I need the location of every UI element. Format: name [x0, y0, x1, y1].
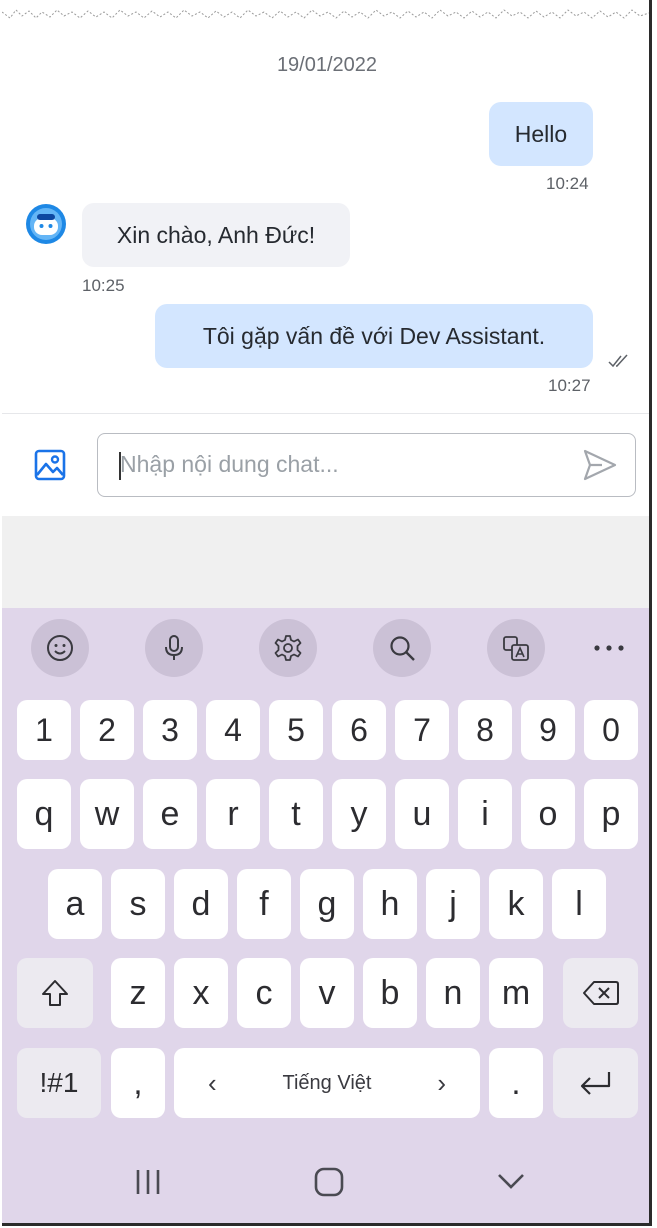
system-navigation-bar: [122, 1164, 532, 1216]
date-separator: 19/01/2022: [276, 54, 378, 76]
key-6[interactable]: 6: [332, 700, 386, 760]
message-composer: [2, 414, 649, 516]
keyboard-spacer: [2, 516, 649, 608]
symbols-key[interactable]: !#1: [17, 1048, 101, 1118]
search-icon[interactable]: [373, 619, 431, 677]
key-7[interactable]: 7: [395, 700, 449, 760]
shift-key[interactable]: [17, 958, 93, 1028]
key-m[interactable]: m: [489, 958, 543, 1028]
key-j[interactable]: j: [426, 869, 480, 939]
key-z[interactable]: z: [111, 958, 165, 1028]
on-screen-keyboard: 1 2 3 4 5 6 7 8 9 0 q w e r t y u i o p …: [2, 608, 649, 1223]
key-a[interactable]: a: [48, 869, 102, 939]
key-9[interactable]: 9: [521, 700, 575, 760]
key-s[interactable]: s: [111, 869, 165, 939]
image-icon[interactable]: [32, 447, 68, 483]
key-p[interactable]: p: [584, 779, 638, 849]
chat-thread[interactable]: 19/01/2022 Hello 10:24 Xin chào, Anh Đức…: [2, 0, 649, 414]
comma-key[interactable]: ,: [111, 1048, 165, 1118]
key-x[interactable]: x: [174, 958, 228, 1028]
key-3[interactable]: 3: [143, 700, 197, 760]
key-0[interactable]: 0: [584, 700, 638, 760]
key-5[interactable]: 5: [269, 700, 323, 760]
key-r[interactable]: r: [206, 779, 260, 849]
key-y[interactable]: y: [332, 779, 386, 849]
chevron-left-icon: ‹: [208, 1067, 217, 1098]
backspace-icon: [582, 981, 619, 1005]
message-time: 10:24: [546, 174, 589, 193]
key-u[interactable]: u: [395, 779, 449, 849]
key-n[interactable]: n: [426, 958, 480, 1028]
backspace-key[interactable]: [563, 958, 638, 1028]
app-window: 19/01/2022 Hello 10:24 Xin chào, Anh Đức…: [2, 0, 652, 1226]
period-key[interactable]: .: [489, 1048, 543, 1118]
chevron-right-icon: ›: [437, 1067, 446, 1098]
key-k[interactable]: k: [489, 869, 543, 939]
space-label: Tiếng Việt: [282, 1071, 372, 1094]
key-q[interactable]: q: [17, 779, 71, 849]
emoji-icon[interactable]: [31, 619, 89, 677]
back-icon[interactable]: [488, 1164, 532, 1208]
key-f[interactable]: f: [237, 869, 291, 939]
key-h[interactable]: h: [363, 869, 417, 939]
key-l[interactable]: l: [552, 869, 606, 939]
more-icon[interactable]: [580, 619, 638, 677]
key-t[interactable]: t: [269, 779, 323, 849]
microphone-icon[interactable]: [145, 619, 203, 677]
shift-icon: [42, 980, 68, 1006]
message-time: 10:27: [548, 376, 591, 395]
translate-icon[interactable]: [487, 619, 545, 677]
key-d[interactable]: d: [174, 869, 228, 939]
key-o[interactable]: o: [521, 779, 575, 849]
enter-icon: [580, 1072, 610, 1095]
key-w[interactable]: w: [80, 779, 134, 849]
key-1[interactable]: 1: [17, 700, 71, 760]
key-g[interactable]: g: [300, 869, 354, 939]
key-2[interactable]: 2: [80, 700, 134, 760]
settings-icon[interactable]: [259, 619, 317, 677]
double-check-icon: [608, 354, 628, 368]
key-4[interactable]: 4: [206, 700, 260, 760]
space-key[interactable]: ‹ Tiếng Việt ›: [174, 1048, 480, 1118]
key-v[interactable]: v: [300, 958, 354, 1028]
home-icon[interactable]: [314, 1167, 344, 1197]
message-bubble-incoming[interactable]: Xin chào, Anh Đức!: [82, 203, 350, 267]
message-time: 10:25: [82, 276, 125, 295]
send-icon[interactable]: [582, 448, 618, 482]
chat-input-container[interactable]: [97, 433, 636, 497]
message-bubble-outgoing[interactable]: Hello: [489, 102, 593, 166]
enter-key[interactable]: [553, 1048, 638, 1118]
recent-apps-icon[interactable]: [122, 1166, 172, 1216]
message-bubble-outgoing[interactable]: Tôi gặp vấn đề với Dev Assistant.: [155, 304, 593, 368]
chat-input[interactable]: [120, 434, 560, 495]
assistant-avatar-icon: [26, 204, 66, 244]
key-c[interactable]: c: [237, 958, 291, 1028]
key-i[interactable]: i: [458, 779, 512, 849]
key-b[interactable]: b: [363, 958, 417, 1028]
key-8[interactable]: 8: [458, 700, 512, 760]
key-e[interactable]: e: [143, 779, 197, 849]
